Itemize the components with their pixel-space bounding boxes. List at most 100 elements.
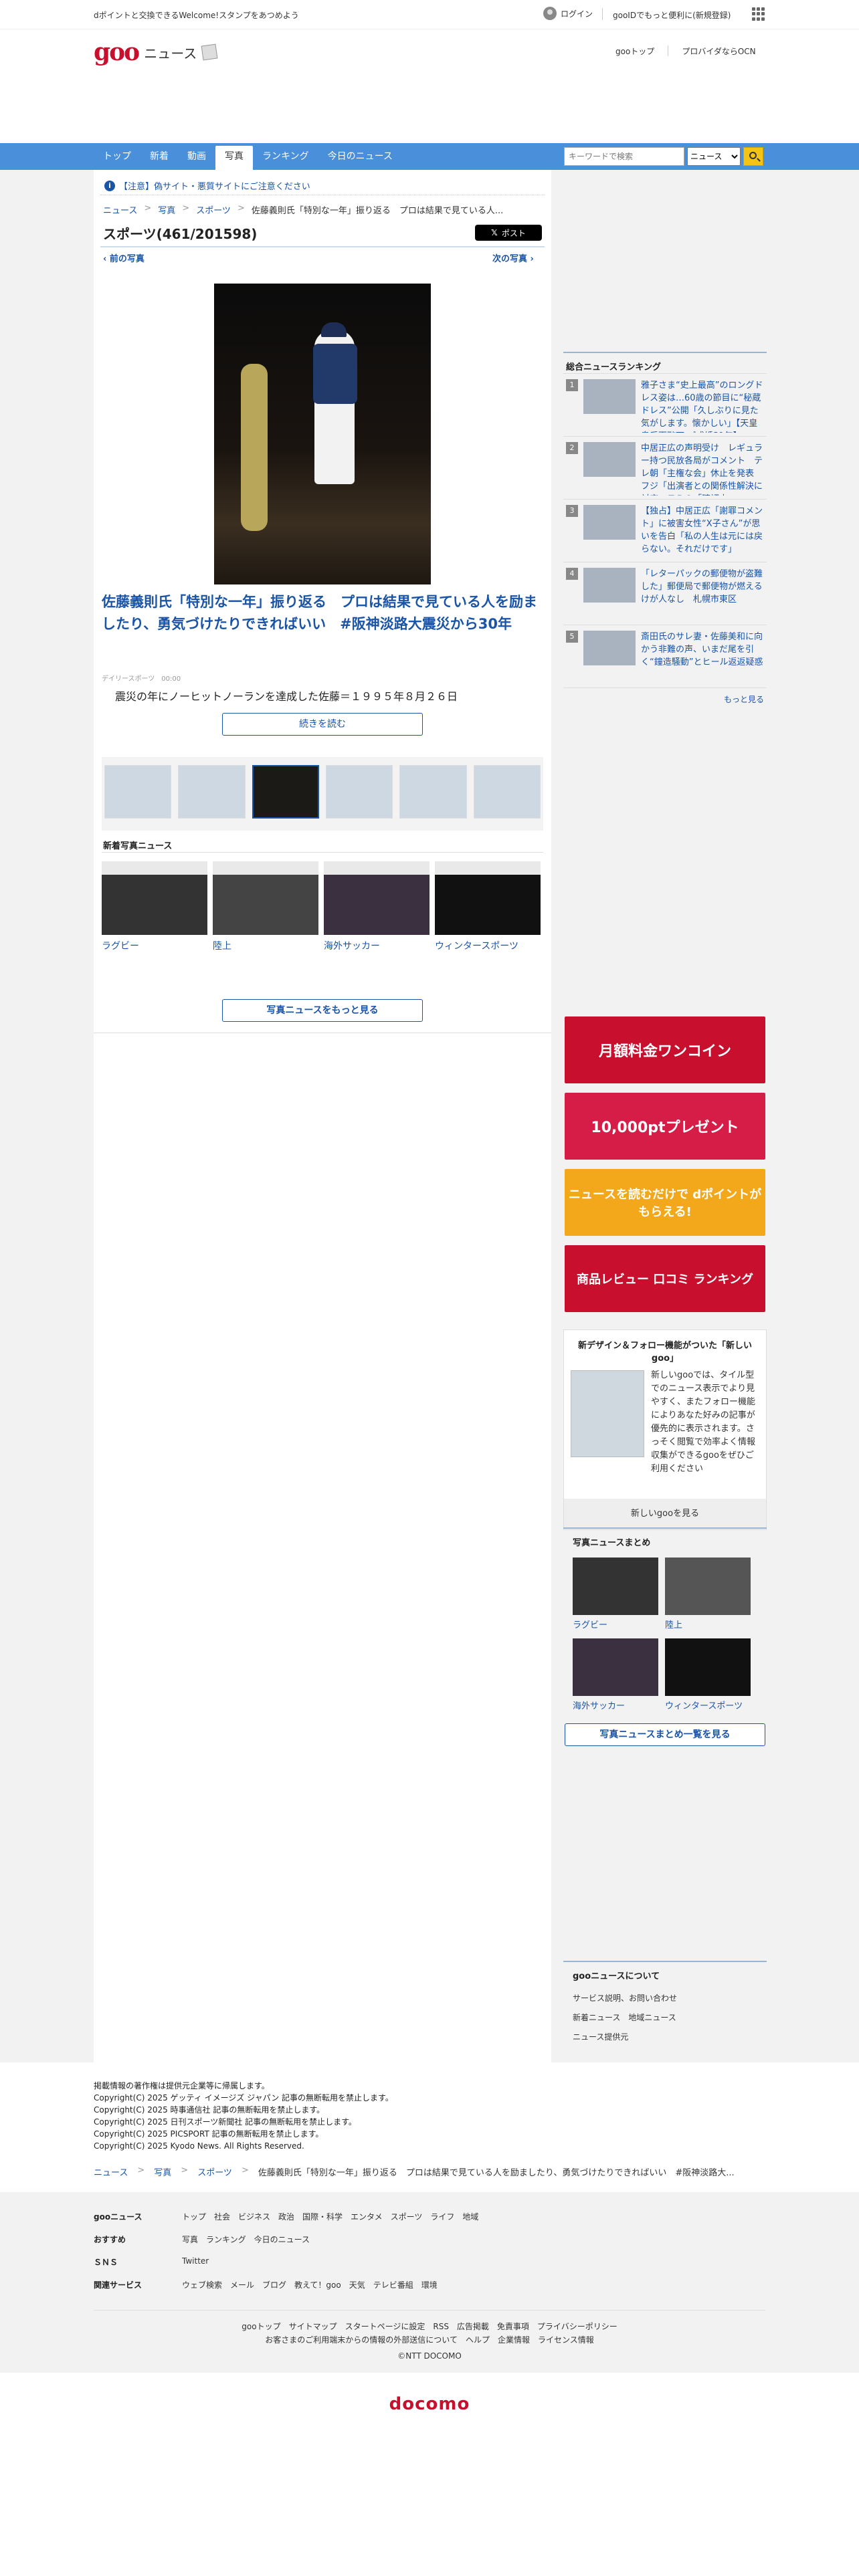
breadcrumb-photo[interactable]: 写真 <box>154 2165 171 2178</box>
about-link[interactable]: サービス説明、お問い合わせ <box>563 1988 767 2008</box>
tab-new[interactable]: 新着 <box>140 143 178 170</box>
ranking-more-link[interactable]: もっと見る <box>563 687 767 710</box>
ranking-item[interactable]: 4 「レターパックの郵便物が盗難した」郵便局で郵便物が燃える けが人なし 札幌市東… <box>563 562 767 625</box>
next-photo-link[interactable]: 次の写真 › <box>492 251 534 264</box>
footer-nav: gooニュース トップ 社会 ビジネス 政治 国際・科学 エンタメ スポーツ ライ… <box>0 2192 859 2373</box>
docomo-banner[interactable]: 月額料金ワンコイン <box>565 1016 765 1083</box>
photo-thumbnail[interactable] <box>178 765 246 819</box>
new-photo-card[interactable]: 陸上 <box>213 861 318 952</box>
goo-logo: goo <box>94 38 140 66</box>
photo-thumbnail[interactable] <box>326 765 393 819</box>
copyright-line: Copyright(C) 2025 日刊スポーツ新聞社 記事の無断転用を禁止しま… <box>94 2117 357 2127</box>
irumo-banner[interactable]: 10,000ptプレゼント <box>565 1093 765 1160</box>
gooid-register-link[interactable]: gooIDでもっと便利に(新規登録) <box>613 9 731 21</box>
footer-row-links[interactable]: ウェブ検索 メール ブログ 教えて！goo 天気 テレビ番組 環境 <box>182 2279 438 2290</box>
photo-thumbnail[interactable] <box>473 765 541 819</box>
ocn-link[interactable]: プロバイダならOCN <box>682 45 755 57</box>
divider <box>102 852 543 853</box>
photo-summary-label: ウィンタースポーツ <box>665 1701 743 1711</box>
photo-summary-item[interactable]: ラグビー <box>573 1558 658 1630</box>
ranking-item[interactable]: 1 雅子さま“史上最高”のロングドレス姿は…60歳の節目に“秘蔵ドレス”公開「久し… <box>563 373 767 436</box>
photo-summary-image <box>665 1638 751 1696</box>
tab-photo[interactable]: 写真 <box>215 146 253 170</box>
main-photo[interactable] <box>214 284 431 584</box>
more-photo-news-button[interactable]: 写真ニュースをもっと見る <box>222 999 423 1022</box>
photo-thumbnail[interactable] <box>104 765 172 819</box>
new-goo-button[interactable]: 新しいgooを見る <box>564 1499 766 1529</box>
tab-ranking[interactable]: ランキング <box>253 143 318 170</box>
new-photo-image <box>102 861 207 935</box>
rank-number: 1 <box>566 379 578 391</box>
footer-row-label: おすすめ <box>94 2235 126 2244</box>
login-link[interactable]: ログイン <box>543 7 593 20</box>
copyright-line: Copyright(C) 2025 PICSPORT 記事の無断転用を禁止します… <box>94 2129 324 2139</box>
docomo-logo[interactable]: docomo <box>0 2394 859 2414</box>
review-ranking-banner[interactable]: 商品レビュー 口コミ ランキング <box>565 1245 765 1312</box>
page-background <box>767 170 859 2062</box>
rank-number: 4 <box>566 568 578 580</box>
about-widget: gooニュースについて サービス説明、お問い合わせ 新着ニュース 地域ニュース … <box>563 1961 767 2046</box>
title-underline <box>100 246 545 247</box>
breadcrumb-sports[interactable]: スポーツ <box>196 203 231 216</box>
copyright-line: Copyright(C) 2025 時事通信社 記事の無断転用を禁止します。 <box>94 2105 325 2115</box>
stamp-campaign-link[interactable]: dポイントと交換できるWelcome!スタンプをあつめよう <box>94 9 299 21</box>
search-button[interactable] <box>743 147 763 166</box>
dpoint-banner[interactable]: ニュースを読むだけで dポイントがもらえる! <box>565 1169 765 1236</box>
photo-figure <box>241 364 268 531</box>
prev-photo-link[interactable]: ‹ 前の写真 <box>103 251 145 264</box>
footer-row-links[interactable]: トップ 社会 ビジネス 政治 国際・科学 エンタメ スポーツ ライフ 地域 <box>182 2211 478 2222</box>
footer-links[interactable]: お客さまのご利用端末からの情報の外部送信について ヘルプ 企業情報 ライセンス情… <box>0 2334 859 2345</box>
photo-summary-list-button[interactable]: 写真ニュースまとめ一覧を見る <box>565 1723 765 1746</box>
new-photo-label: 陸上 <box>213 941 231 952</box>
breadcrumb-current: 佐藤義則氏「特別な一年」振り返る プロは結果で見ている人... <box>251 206 504 216</box>
new-photo-label: ウィンタースポーツ <box>435 941 519 952</box>
photo-summary-item[interactable]: ウィンタースポーツ <box>665 1638 751 1711</box>
apps-grid-icon[interactable] <box>752 7 765 21</box>
continue-reading-button[interactable]: 続きを読む <box>222 713 423 736</box>
photo-summary-widget: 写真ニュースまとめ ラグビー 陸上 海外サッカー ウィンタースポーツ 写真ニュー… <box>563 1527 767 1755</box>
breadcrumb-news[interactable]: ニュース <box>103 203 137 216</box>
breadcrumb-sports[interactable]: スポーツ <box>197 2165 232 2178</box>
ranking-item[interactable]: 3 【独占】中居正広「謝罪コメント」に被害女性“X子さん”が思いを告白「私の人生は… <box>563 499 767 562</box>
tab-today[interactable]: 今日のニュース <box>318 143 402 170</box>
site-logo[interactable]: goo ニュース <box>94 38 218 66</box>
tab-top[interactable]: トップ <box>94 143 140 170</box>
divider <box>602 8 603 20</box>
search-scope-select[interactable]: ニュース <box>687 147 741 166</box>
footer-links[interactable]: gooトップ サイトマップ スタートページに設定 RSS 広告掲載 免責事項 プ… <box>0 2321 859 2332</box>
new-photo-card[interactable]: ウィンタースポーツ <box>435 861 541 952</box>
new-photo-card[interactable]: ラグビー <box>102 861 207 952</box>
footer-row: gooニュース トップ 社会 ビジネス 政治 国際・科学 エンタメ スポーツ ライ… <box>94 2211 478 2222</box>
photo-summary-image <box>573 1558 658 1615</box>
x-post-button[interactable]: 𝕏 ポスト <box>475 225 542 241</box>
photo-caption: 震災の年にノーヒットノーランを達成した佐藤＝１９９５年８月２６日 <box>115 690 458 703</box>
breadcrumb-news[interactable]: ニュース <box>94 2165 128 2178</box>
sidebar: 総合ニュースランキング 1 雅子さま“史上最高”のロングドレス姿は…60歳の節目に… <box>563 170 767 2062</box>
ranking-item[interactable]: 2 中居正広の声明受け レギュラー持つ民放各局がコメント テレ朝「主権な会」休止を… <box>563 436 767 499</box>
footer-row-links[interactable]: 写真 ランキング 今日のニュース <box>182 2234 310 2245</box>
footer-row-label: ＳＮＳ <box>94 2258 118 2267</box>
warning-notice[interactable]: i 【注意】偽サイト・悪質サイトにご注意ください <box>100 177 545 195</box>
new-photos-list: ラグビー 陸上 海外サッカー ウィンタースポーツ <box>102 861 543 952</box>
article-headline[interactable]: 佐藤義則氏「特別な一年」振り返る プロは結果で見ている人を励ましたり、勇気づけた… <box>102 591 543 635</box>
photo-thumbnail[interactable] <box>399 765 467 819</box>
search-input[interactable] <box>564 147 684 166</box>
warning-text: 【注意】偽サイト・悪質サイトにご注意ください <box>119 182 310 192</box>
new-photo-image <box>213 861 318 935</box>
photo-summary-item[interactable]: 陸上 <box>665 1558 751 1630</box>
photo-summary-item[interactable]: 海外サッカー <box>573 1638 658 1711</box>
new-photo-card[interactable]: 海外サッカー <box>324 861 430 952</box>
breadcrumb-photo[interactable]: 写真 <box>158 203 175 216</box>
new-goo-promo: 新デザイン＆フォロー機能がついた「新しいgoo」 新しいgooでは、タイル型での… <box>563 1329 767 1530</box>
tab-video[interactable]: 動画 <box>178 143 215 170</box>
ranking-title: 雅子さま“史上最高”のロングドレス姿は…60歳の節目に“秘蔵ドレス”公開「久しぶ… <box>641 381 763 433</box>
photo-thumbnail-selected[interactable] <box>252 765 320 819</box>
about-link[interactable]: ニュース提供元 <box>563 2027 767 2046</box>
about-link[interactable]: 新着ニュース 地域ニュース <box>563 2008 767 2027</box>
ranking-thumbnail <box>583 631 636 665</box>
goo-top-link[interactable]: gooトップ <box>615 45 654 57</box>
footer-row-label: 関連サービス <box>94 2280 142 2290</box>
ranking-item[interactable]: 5 斎田氏のサレ妻・佐藤美和に向かう非難の声、いまだ尾を引く“鐘造騒動”とヒール返… <box>563 625 767 687</box>
footer-row-label: gooニュース <box>94 2212 142 2222</box>
footer-row-links[interactable]: Twitter <box>182 2256 209 2268</box>
